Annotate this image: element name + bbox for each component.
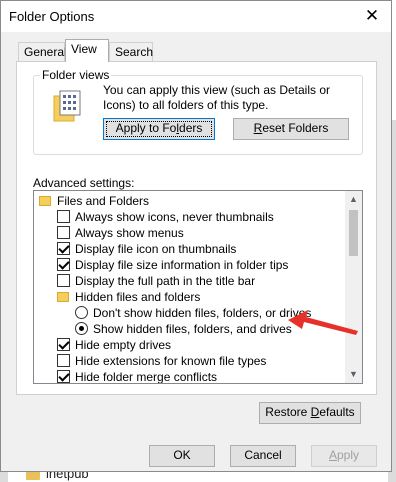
option-label: Hide extensions for known file types <box>75 354 267 368</box>
checkbox-checked[interactable] <box>57 242 70 255</box>
tab-general[interactable]: General <box>18 42 67 61</box>
tree-item-label: Hidden files and folders <box>75 290 201 304</box>
advanced-settings-list[interactable]: Files and Folders Always show icons, nev… <box>33 190 363 384</box>
checkbox-checked[interactable] <box>57 258 70 271</box>
cancel-button[interactable]: Cancel <box>230 445 296 467</box>
button-label: efaults <box>319 405 355 419</box>
option-always-show-icons[interactable]: Always show icons, never thumbnails <box>57 209 274 225</box>
option-label: Always show menus <box>75 226 184 240</box>
checkbox-checked[interactable] <box>57 338 70 351</box>
apply-to-folders-button[interactable]: Apply to Folders <box>103 118 215 140</box>
restore-defaults-button[interactable]: Restore Defaults <box>259 402 361 424</box>
tab-label: View <box>71 42 97 56</box>
scroll-down-arrow-icon[interactable]: ▼ <box>345 366 362 383</box>
scroll-up-arrow-icon[interactable]: ▲ <box>345 191 362 208</box>
option-label: Hide empty drives <box>75 338 172 352</box>
option-label: Always show icons, never thumbnails <box>75 210 274 224</box>
folder-views-description: You can apply this view (such as Details… <box>103 83 331 112</box>
option-show-hidden[interactable]: Show hidden files, folders, and drives <box>75 321 292 337</box>
tab-view[interactable]: View <box>65 39 109 62</box>
checkbox[interactable] <box>57 274 70 287</box>
folder-icon <box>39 196 51 206</box>
scroll-thumb[interactable] <box>349 210 358 256</box>
option-display-file-icon[interactable]: Display file icon on thumbnails <box>57 241 236 257</box>
window-title: Folder Options <box>9 9 95 24</box>
mnemonic: A <box>328 448 337 462</box>
option-label: Display file icon on thumbnails <box>75 242 237 256</box>
folder-views-icon <box>53 90 81 122</box>
tree-item-label: Files and Folders <box>57 194 150 208</box>
button-label: Restore <box>265 405 311 419</box>
option-always-show-menus[interactable]: Always show menus <box>57 225 184 241</box>
folder-icon <box>57 292 69 302</box>
tree-item-hidden-files-and-folders: Hidden files and folders <box>57 289 200 305</box>
option-label: Show hidden files, folders, and drives <box>93 322 292 336</box>
button-label: eset Folders <box>262 121 329 135</box>
reset-folders-button[interactable]: Reset Folders <box>233 118 349 140</box>
checkbox[interactable] <box>57 210 70 223</box>
focus-rectangle <box>106 121 212 137</box>
apply-button[interactable]: Apply <box>311 445 377 467</box>
close-button[interactable]: ✕ <box>359 4 385 28</box>
advanced-settings-label: Advanced settings: <box>33 176 135 190</box>
tab-search[interactable]: Search <box>109 42 153 61</box>
option-hide-merge-conflicts[interactable]: Hide folder merge conflicts <box>57 369 218 384</box>
tab-label: Search <box>115 45 154 59</box>
button-label: pply <box>337 448 360 462</box>
checkbox[interactable] <box>57 226 70 239</box>
title-bar: Folder Options ✕ <box>1 1 391 32</box>
ok-button[interactable]: OK <box>149 445 215 467</box>
checkbox[interactable] <box>57 354 70 367</box>
mnemonic: R <box>253 121 263 135</box>
tab-label: General <box>24 45 67 59</box>
vertical-scrollbar[interactable]: ▲ ▼ <box>345 191 362 383</box>
radio-button[interactable] <box>75 306 88 319</box>
option-display-full-path[interactable]: Display the full path in the title bar <box>57 273 255 289</box>
folder-views-label: Folder views <box>40 68 112 82</box>
radio-button-selected[interactable] <box>75 322 88 335</box>
option-label: Don't show hidden files, folders, or dri… <box>93 306 312 320</box>
checkbox-checked[interactable] <box>57 370 70 383</box>
option-label: Display file size information in folder … <box>75 258 289 272</box>
tree-item-files-and-folders: Files and Folders <box>39 193 149 209</box>
option-hide-extensions[interactable]: Hide extensions for known file types <box>57 353 266 369</box>
option-hide-empty-drives[interactable]: Hide empty drives <box>57 337 171 353</box>
option-dont-show-hidden[interactable]: Don't show hidden files, folders, or dri… <box>75 305 311 321</box>
option-display-file-size[interactable]: Display file size information in folder … <box>57 257 288 273</box>
option-label: Hide folder merge conflicts <box>75 370 218 384</box>
annotation-arrow-icon <box>288 310 358 335</box>
option-label: Display the full path in the title bar <box>75 274 256 288</box>
